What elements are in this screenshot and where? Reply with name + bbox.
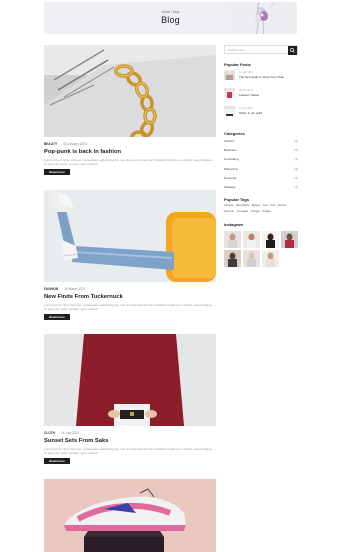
category-item[interactable]: Personal (4): [224, 176, 298, 185]
popular-post-thumbnail: [224, 106, 235, 116]
sidebar: Search Here... Popular Posts 14 Mar 2021…: [224, 45, 298, 268]
post-meta: CLOTH 14 July 2021: [44, 431, 216, 435]
instagram-photo[interactable]: [281, 231, 298, 249]
popular-post-title[interactable]: The best deals to shop from Chair: [239, 75, 284, 79]
category-count: (1): [294, 184, 298, 189]
category-name: Articles: [224, 139, 235, 143]
instagram-grid: [224, 231, 298, 268]
post-category[interactable]: BEAUTY: [44, 142, 57, 146]
popular-post-item[interactable]: 14 Mar 2021 The best deals to shop from …: [224, 70, 298, 88]
popular-post-title[interactable]: Fashion Tastes: [239, 93, 259, 97]
tag-link[interactable]: Cart: [263, 204, 268, 208]
popular-posts-list: 14 Mar 2021 The best deals to shop from …: [224, 70, 298, 124]
tag-link[interactable]: Summer: [224, 210, 234, 214]
tag-link[interactable]: Guides: [262, 210, 271, 214]
post-meta: FASHION 19 March 2021: [44, 287, 216, 291]
category-count: (1): [294, 157, 298, 162]
read-more-button[interactable]: Read more: [44, 458, 70, 464]
search-button[interactable]: [288, 46, 297, 55]
blog-post-card: [44, 479, 216, 552]
category-item[interactable]: Business (5): [224, 148, 298, 157]
category-name: Marketing: [224, 166, 238, 171]
popular-post-item[interactable]: 08 Feb 2021 Fashion Tastes: [224, 88, 298, 106]
post-title[interactable]: Sunset Sets From Saks: [44, 438, 216, 446]
tag-link[interactable]: Test: [270, 204, 275, 208]
post-image[interactable]: [44, 479, 216, 552]
tag-link[interactable]: Bluechator: [236, 204, 249, 208]
post-excerpt: Lorem ipsum dolor sit amet, consectetur …: [44, 303, 213, 312]
post-image[interactable]: [44, 334, 216, 426]
category-name: Strategy: [224, 184, 236, 189]
tag-link[interactable]: Complete: [237, 210, 249, 214]
post-date: 19 March 2021: [64, 287, 86, 291]
tag-link[interactable]: Vintage: [251, 210, 260, 214]
page-header: Home / Blog Blog: [44, 2, 297, 34]
category-name: Consulting: [224, 157, 239, 162]
instagram-photo[interactable]: [262, 250, 279, 268]
post-title[interactable]: Pop-punk is back in fashion: [44, 149, 216, 157]
category-name: Personal: [224, 175, 237, 180]
post-excerpt: Lorem ipsum dolor sit amet, consectetur …: [44, 158, 213, 167]
post-category[interactable]: CLOTH: [44, 431, 55, 435]
category-count: (4): [294, 175, 298, 180]
blog-post-card: BEAUTY 03 January 2021 Pop-punk is back i…: [44, 45, 216, 175]
popular-tags-title: Popular Tags: [224, 197, 250, 203]
instagram-photo[interactable]: [243, 231, 260, 249]
search-box: Search Here...: [224, 45, 298, 55]
post-title[interactable]: New Finds From Tuckernuck: [44, 294, 216, 302]
instagram-photo[interactable]: [224, 250, 241, 268]
category-count: (3): [294, 166, 298, 171]
popular-post-item[interactable]: 12 Jan 2021 Sharp in pin solid: [224, 106, 298, 124]
categories-list: Articles (9) Business (5) Consulting (1) Ma…: [224, 139, 298, 194]
hero-flower-image: [225, 2, 297, 34]
popular-post-thumbnail: [224, 88, 235, 98]
popular-post-title[interactable]: Sharp in pin solid: [239, 111, 262, 115]
read-more-button[interactable]: Read more: [44, 314, 70, 320]
instagram-photo[interactable]: [224, 231, 241, 249]
blog-post-card: FASHION 19 March 2021 New Finds From Tuck…: [44, 190, 216, 320]
post-date: 14 July 2021: [60, 431, 80, 435]
instagram-title: Instagram: [224, 222, 244, 228]
popular-post-thumbnail: [224, 70, 235, 80]
tag-link[interactable]: Clients: [278, 204, 286, 208]
category-count: (9): [294, 139, 298, 143]
category-item[interactable]: Marketing (3): [224, 167, 298, 176]
search-icon: [290, 48, 295, 53]
instagram-photo[interactable]: [243, 250, 260, 268]
post-meta: BEAUTY 03 January 2021: [44, 142, 216, 146]
instagram-photo[interactable]: [262, 231, 279, 249]
search-input[interactable]: Search Here...: [228, 46, 247, 55]
post-category[interactable]: FASHION: [44, 287, 58, 291]
post-image[interactable]: [44, 45, 216, 137]
category-count: (5): [294, 148, 298, 153]
popular-posts-title: Popular Posts: [224, 62, 251, 67]
post-excerpt: Lorem ipsum dolor sit amet, consectetur …: [44, 447, 213, 456]
category-name: Business: [224, 148, 237, 153]
post-date: 03 January 2021: [63, 142, 87, 146]
read-more-button[interactable]: Read more: [44, 169, 70, 175]
category-item[interactable]: Consulting (1): [224, 157, 298, 166]
categories-title: Categories: [224, 131, 245, 136]
tag-cloud: Amazon Bluechator Beauty Cart Test Clien…: [224, 204, 298, 216]
category-item[interactable]: Strategy (1): [224, 185, 298, 194]
post-image[interactable]: [44, 190, 216, 282]
blog-post-card: CLOTH 14 July 2021 Sunset Sets From Saks …: [44, 334, 216, 464]
category-item[interactable]: Articles (9): [224, 139, 298, 148]
tag-link[interactable]: Beauty: [252, 204, 260, 208]
tag-link[interactable]: Amazon: [224, 204, 234, 208]
